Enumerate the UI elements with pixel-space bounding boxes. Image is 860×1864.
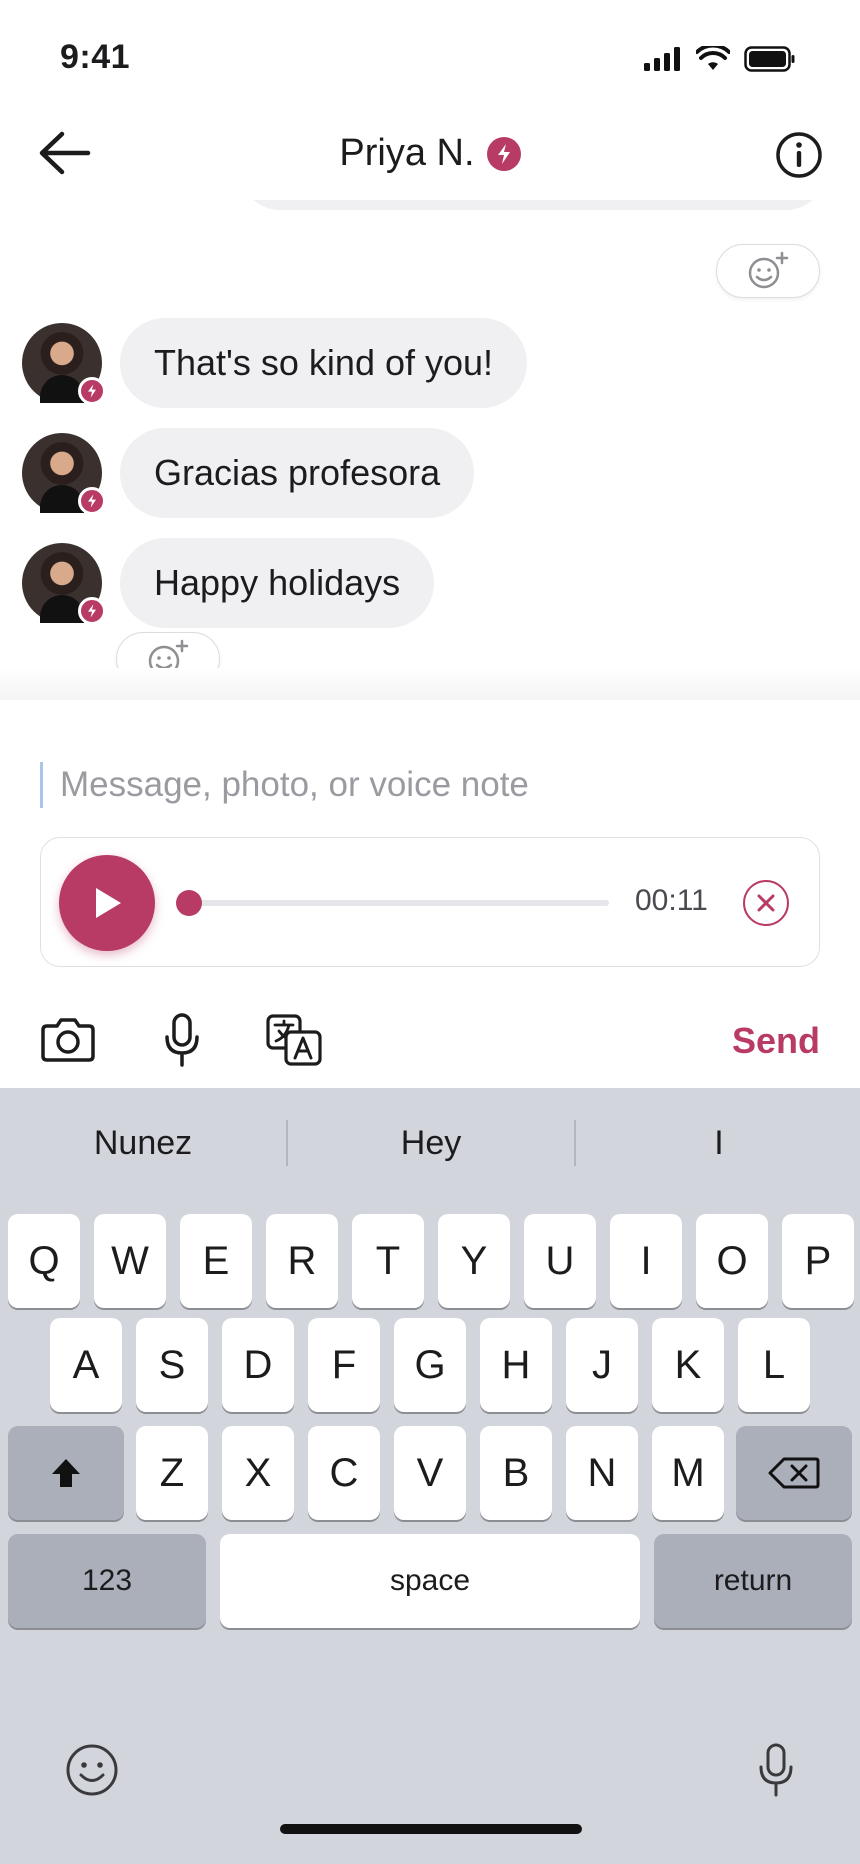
shift-icon [52, 1459, 80, 1487]
composer-toolbar: Send [0, 1000, 860, 1080]
suggestion-item[interactable]: Hey [288, 1108, 574, 1178]
key-u[interactable]: U [524, 1214, 596, 1308]
key-return[interactable]: return [654, 1534, 852, 1628]
key-t[interactable]: T [352, 1214, 424, 1308]
key-x[interactable]: X [222, 1426, 294, 1520]
list-item: That's so kind of you! [22, 318, 528, 408]
suggestion-item[interactable]: Nunez [0, 1108, 286, 1178]
status-bar: 9:41 [0, 0, 860, 110]
key-j[interactable]: J [566, 1318, 638, 1412]
lightning-badge-icon [486, 136, 521, 171]
remove-voice-note-button[interactable] [743, 880, 789, 926]
play-icon [96, 888, 121, 918]
key-h[interactable]: H [480, 1318, 552, 1412]
cellular-signal-icon [644, 47, 680, 71]
key-w[interactable]: W [94, 1214, 166, 1308]
key-k[interactable]: K [652, 1318, 724, 1412]
conversation-header[interactable]: Priya N. [0, 132, 860, 175]
divider [0, 668, 860, 700]
key-z[interactable]: Z [136, 1426, 208, 1520]
key-a[interactable]: A [50, 1318, 122, 1412]
voice-record-button[interactable] [152, 1010, 212, 1070]
voice-duration: 00:11 [635, 884, 708, 917]
delete-icon [768, 1457, 820, 1489]
wifi-icon [696, 46, 730, 70]
translate-icon [266, 1014, 322, 1066]
avatar[interactable] [22, 543, 106, 625]
key-delete[interactable] [736, 1426, 852, 1520]
key-p[interactable]: P [782, 1214, 854, 1308]
emoji-keyboard-button[interactable] [64, 1742, 124, 1802]
home-indicator [280, 1824, 582, 1834]
play-button[interactable] [59, 855, 155, 951]
suggestion-bar: Nunez Hey I [0, 1108, 860, 1178]
message-bubble[interactable]: Gracias profesora [120, 428, 475, 518]
send-button[interactable]: Send [732, 1020, 820, 1062]
key-shift[interactable] [8, 1426, 124, 1520]
avatar[interactable] [22, 433, 106, 515]
status-time: 9:41 [60, 38, 131, 76]
lightning-badge-icon [78, 487, 106, 515]
translate-button[interactable] [264, 1010, 324, 1070]
list-item: Gracias profesora [22, 428, 475, 518]
emoji-icon [66, 1744, 118, 1796]
key-v[interactable]: V [394, 1426, 466, 1520]
voice-note-preview: 00:11 [40, 837, 820, 967]
microphone-icon [165, 1013, 199, 1067]
info-icon [776, 132, 822, 178]
key-b[interactable]: B [480, 1426, 552, 1520]
message-composer: 00:11 Send [0, 700, 860, 1088]
key-o[interactable]: O [696, 1214, 768, 1308]
status-icons [644, 46, 796, 72]
page-title: Priya N. [339, 132, 475, 174]
key-e[interactable]: E [180, 1214, 252, 1308]
key-g[interactable]: G [394, 1318, 466, 1412]
text-caret [40, 762, 43, 808]
key-r[interactable]: R [266, 1214, 338, 1308]
dictation-button[interactable] [756, 1742, 816, 1802]
key-n[interactable]: N [566, 1426, 638, 1520]
lightning-badge-icon [78, 377, 106, 405]
camera-icon [41, 1018, 95, 1062]
battery-icon [744, 46, 795, 72]
keyboard: Nunez Hey I QWERTYUIOP ASDFGHJKL ZXCVBNM 1… [0, 1088, 860, 1864]
nav-bar: Priya N. [0, 110, 860, 200]
key-numbers[interactable]: 123 [8, 1534, 206, 1628]
close-icon [757, 894, 775, 912]
key-d[interactable]: D [222, 1318, 294, 1412]
lightning-badge-icon [78, 597, 106, 625]
key-y[interactable]: Y [438, 1214, 510, 1308]
key-f[interactable]: F [308, 1318, 380, 1412]
message-bubble[interactable]: That's so kind of you! [120, 318, 528, 408]
key-q[interactable]: Q [8, 1214, 80, 1308]
previous-message-bubble [240, 200, 826, 210]
info-button[interactable] [774, 130, 824, 180]
message-bubble[interactable]: Happy holidays [120, 538, 435, 628]
key-l[interactable]: L [738, 1318, 810, 1412]
add-reaction-button[interactable] [716, 244, 820, 298]
camera-button[interactable] [38, 1010, 98, 1070]
key-space[interactable]: space [220, 1534, 640, 1628]
list-item: Happy holidays [22, 538, 435, 628]
avatar[interactable] [22, 323, 106, 405]
emoji-add-icon [748, 251, 789, 289]
key-s[interactable]: S [136, 1318, 208, 1412]
microphone-icon [759, 1743, 793, 1797]
key-c[interactable]: C [308, 1426, 380, 1520]
playback-slider[interactable] [176, 890, 609, 916]
message-input[interactable] [60, 758, 820, 812]
suggestion-item[interactable]: I [576, 1108, 860, 1178]
playback-handle[interactable] [176, 890, 202, 916]
key-m[interactable]: M [652, 1426, 724, 1520]
message-list[interactable]: That's so kind of you! Gracias profesora… [0, 200, 860, 700]
key-i[interactable]: I [610, 1214, 682, 1308]
